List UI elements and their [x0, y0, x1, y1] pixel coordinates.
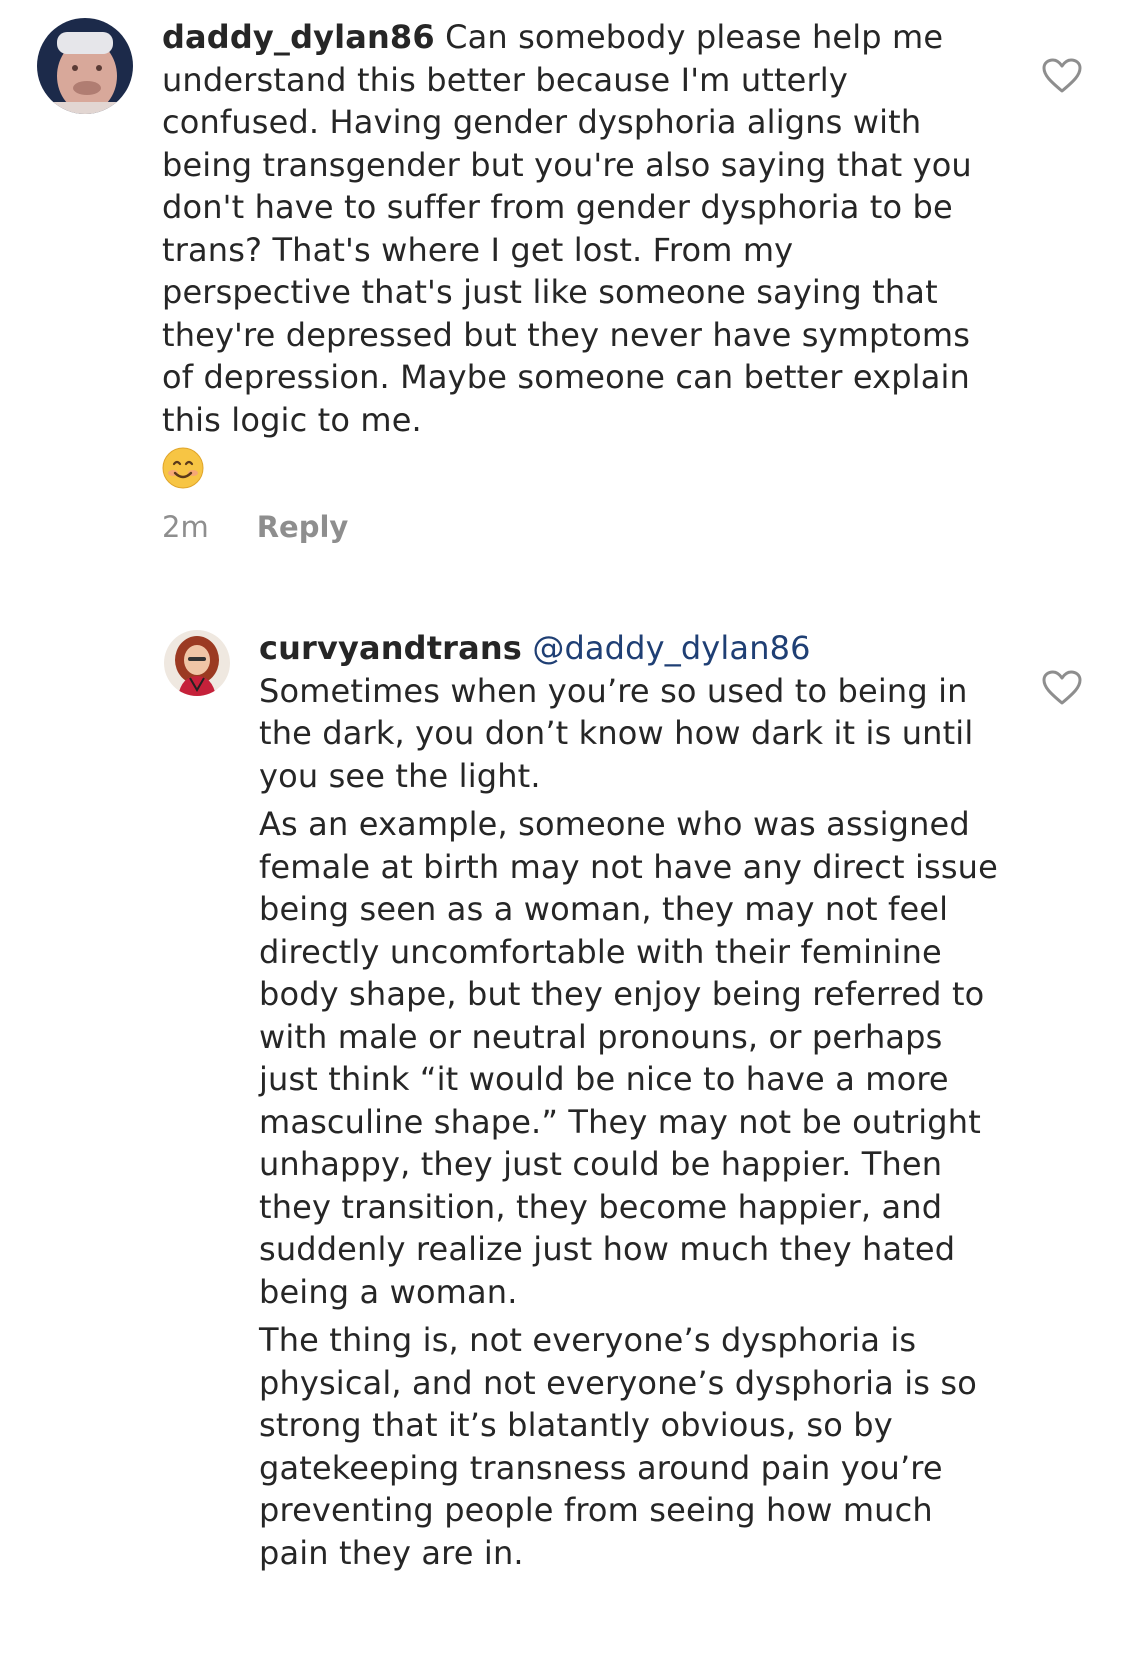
mention-link[interactable]: @daddy_dylan86	[532, 629, 810, 667]
heart-outline-icon	[1042, 58, 1082, 93]
reply-paragraph-2: As an example, someone who was assigned …	[259, 805, 998, 1311]
user-photo-icon	[37, 18, 133, 114]
reply-paragraph-1: Sometimes when you’re so used to being i…	[259, 671, 974, 795]
avatar[interactable]	[37, 18, 133, 114]
comment-username[interactable]: daddy_dylan86	[162, 18, 435, 56]
avatar[interactable]	[164, 630, 230, 696]
heart-outline-icon	[1042, 670, 1082, 705]
like-button[interactable]	[1042, 58, 1082, 94]
reply-text-block: curvyandtrans @daddy_dylan86 Sometimes w…	[259, 627, 999, 1574]
like-button[interactable]	[1042, 670, 1082, 706]
comment-timestamp: 2m	[162, 510, 209, 544]
reply-paragraph-3: The thing is, not everyone’s dysphoria i…	[259, 1321, 977, 1572]
comment-text-block: daddy_dylan86 Can somebody please help m…	[162, 16, 992, 500]
user-photo-icon	[164, 630, 230, 696]
reply-button[interactable]: Reply	[257, 510, 349, 544]
smiling-face-emoji-icon	[162, 447, 204, 489]
comment-text: Can somebody please help me understand t…	[162, 18, 972, 439]
reply-first-paragraph: curvyandtrans @daddy_dylan86 Sometimes w…	[259, 627, 999, 797]
comment-meta: 2m Reply	[162, 510, 348, 544]
reply-username[interactable]: curvyandtrans	[259, 629, 522, 667]
